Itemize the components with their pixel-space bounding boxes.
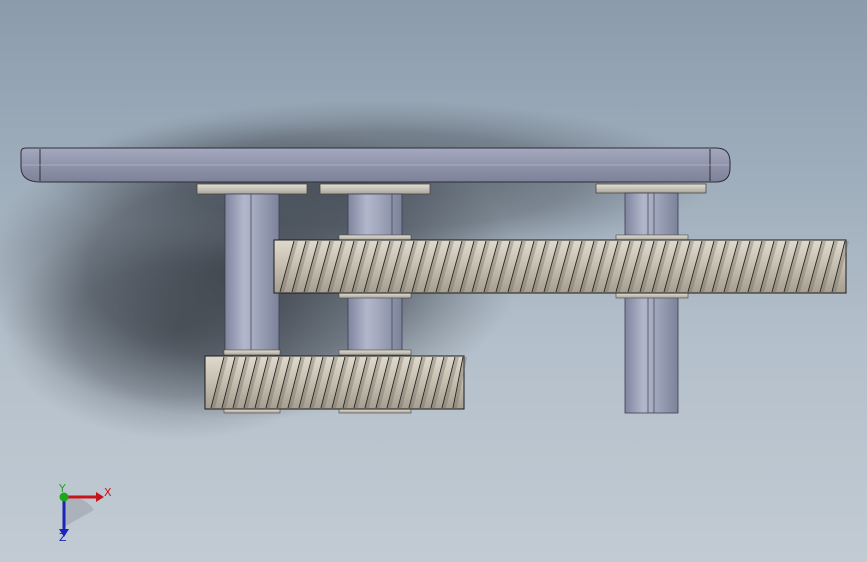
helical-gear-lower[interactable] [204,355,467,410]
helical-gear-upper[interactable] [273,239,849,294]
reference-triad: X Y Z [58,482,112,544]
top-plate[interactable] [20,147,731,183]
washer-right[interactable] [595,183,707,194]
washer-middle[interactable] [319,183,431,195]
x-axis-label: X [104,486,112,499]
washer-left[interactable] [196,183,308,195]
shaft-right[interactable] [624,192,679,414]
y-axis-label: Y [58,482,66,495]
model-viewport[interactable]: X Y Z [0,0,867,562]
z-axis-label: Z [59,531,67,544]
